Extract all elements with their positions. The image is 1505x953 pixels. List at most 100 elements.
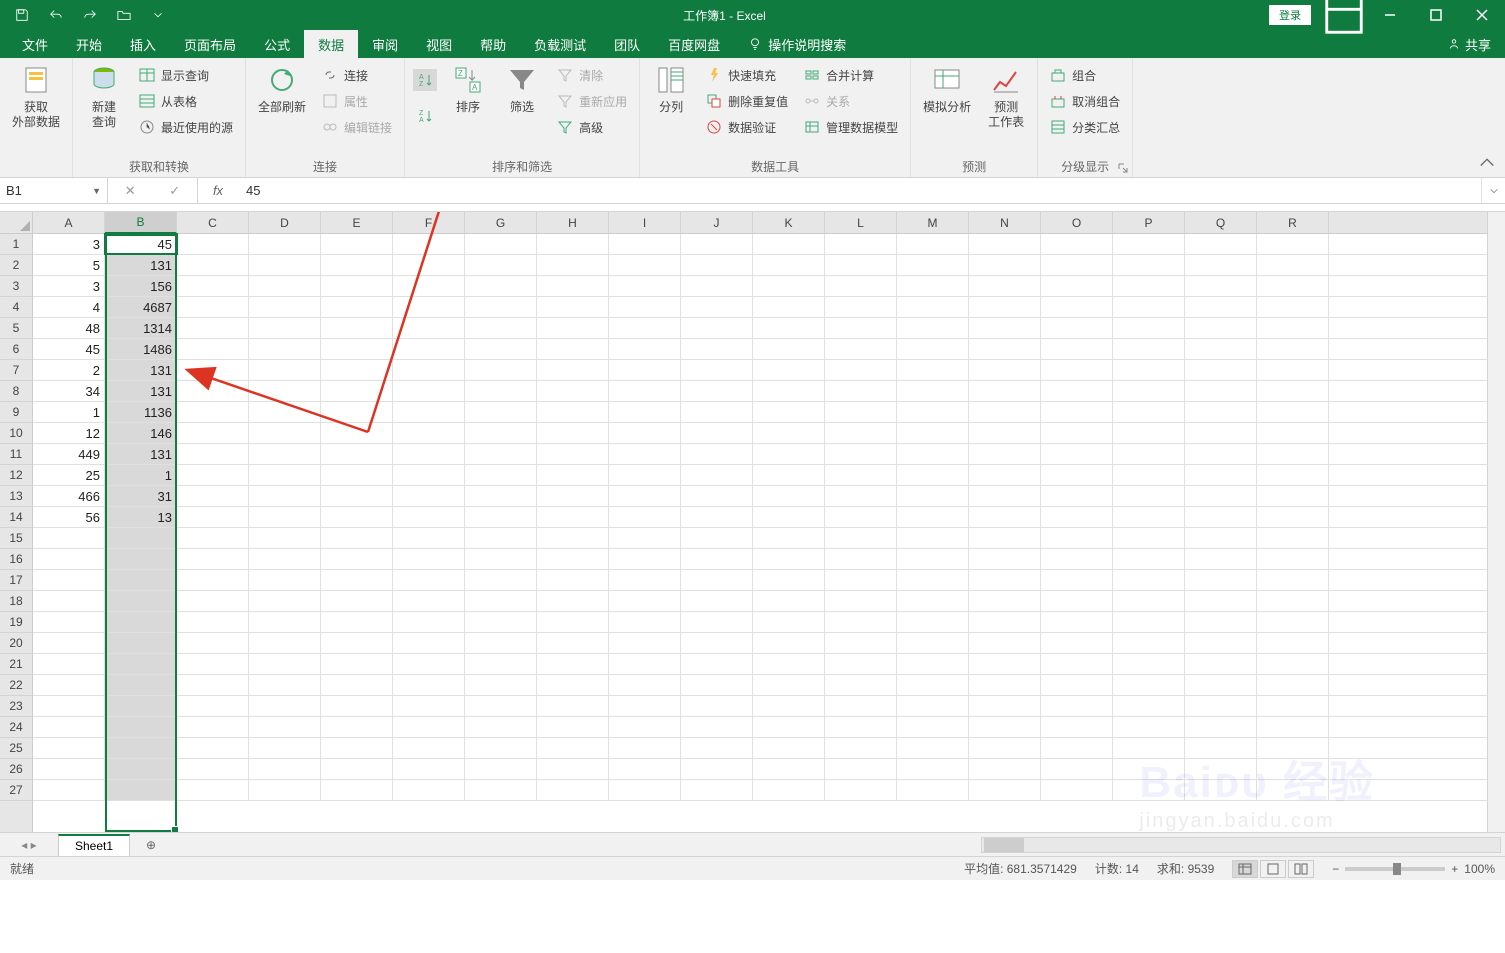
cell[interactable] <box>177 318 249 338</box>
cell[interactable] <box>897 423 969 443</box>
cell[interactable] <box>753 528 825 548</box>
cell[interactable] <box>897 675 969 695</box>
cell[interactable] <box>1185 465 1257 485</box>
cell[interactable] <box>33 570 105 590</box>
cell[interactable] <box>825 549 897 569</box>
cell[interactable] <box>969 549 1041 569</box>
cell[interactable] <box>1041 318 1113 338</box>
cell[interactable] <box>969 360 1041 380</box>
cell[interactable] <box>753 675 825 695</box>
cell[interactable] <box>177 759 249 779</box>
row-header[interactable]: 13 <box>0 486 32 507</box>
cell[interactable]: 31 <box>105 486 177 506</box>
cell[interactable] <box>609 360 681 380</box>
cell[interactable] <box>1185 507 1257 527</box>
sheet-tab-active[interactable]: Sheet1 <box>58 834 130 856</box>
cell[interactable] <box>825 675 897 695</box>
cell[interactable] <box>321 360 393 380</box>
cell[interactable] <box>609 633 681 653</box>
cell[interactable] <box>393 675 465 695</box>
cell[interactable] <box>681 339 753 359</box>
cell[interactable] <box>897 465 969 485</box>
cell[interactable] <box>1257 612 1329 632</box>
cell[interactable] <box>537 612 609 632</box>
cell[interactable]: 4687 <box>105 297 177 317</box>
cell[interactable] <box>1113 654 1185 674</box>
cell[interactable] <box>1113 696 1185 716</box>
row-header[interactable]: 14 <box>0 507 32 528</box>
cell[interactable] <box>33 738 105 758</box>
ribbon-display-options-icon[interactable] <box>1321 0 1367 30</box>
cell[interactable] <box>1041 675 1113 695</box>
cell[interactable] <box>753 255 825 275</box>
cell[interactable] <box>177 276 249 296</box>
collapse-ribbon-icon[interactable] <box>1477 153 1497 173</box>
cell[interactable] <box>177 780 249 800</box>
tab-formulas[interactable]: 公式 <box>250 30 304 58</box>
cell[interactable] <box>105 717 177 737</box>
recent-sources-button[interactable]: 最近使用的源 <box>135 116 237 138</box>
cell[interactable] <box>1113 759 1185 779</box>
cell[interactable] <box>105 591 177 611</box>
cell[interactable] <box>825 738 897 758</box>
cell[interactable] <box>897 339 969 359</box>
cell[interactable] <box>825 780 897 800</box>
cell[interactable]: 34 <box>33 381 105 401</box>
remove-duplicates-button[interactable]: 删除重复值 <box>702 90 792 112</box>
cell[interactable] <box>609 507 681 527</box>
cell[interactable] <box>1113 528 1185 548</box>
cell[interactable] <box>1257 696 1329 716</box>
cell[interactable] <box>609 675 681 695</box>
cell[interactable] <box>753 717 825 737</box>
cell[interactable] <box>321 759 393 779</box>
from-table-button[interactable]: 从表格 <box>135 90 237 112</box>
cell[interactable] <box>1113 507 1185 527</box>
cell[interactable] <box>1113 675 1185 695</box>
cell[interactable] <box>897 444 969 464</box>
cell[interactable] <box>753 780 825 800</box>
cell[interactable] <box>681 633 753 653</box>
filter-button[interactable]: 筛选 <box>497 62 547 117</box>
cell[interactable] <box>321 780 393 800</box>
cell[interactable] <box>1113 591 1185 611</box>
consolidate-button[interactable]: 合并计算 <box>800 64 902 86</box>
tab-home[interactable]: 开始 <box>62 30 116 58</box>
tab-help[interactable]: 帮助 <box>466 30 520 58</box>
cell[interactable] <box>681 318 753 338</box>
cell[interactable] <box>177 717 249 737</box>
text-to-columns-button[interactable]: 分列 <box>646 62 696 117</box>
cell[interactable]: 3 <box>33 234 105 254</box>
cell[interactable] <box>393 339 465 359</box>
manage-data-model-button[interactable]: 管理数据模型 <box>800 116 902 138</box>
cell[interactable] <box>753 570 825 590</box>
cell[interactable] <box>465 402 537 422</box>
cell[interactable] <box>537 486 609 506</box>
cell[interactable] <box>33 717 105 737</box>
zoom-in-icon[interactable]: + <box>1451 862 1458 876</box>
cell[interactable] <box>1257 780 1329 800</box>
sort-button[interactable]: ZA 排序 <box>443 62 493 117</box>
cell[interactable] <box>393 759 465 779</box>
cell[interactable] <box>753 360 825 380</box>
cell[interactable] <box>321 381 393 401</box>
cell[interactable] <box>321 633 393 653</box>
cell[interactable] <box>825 381 897 401</box>
whatif-button[interactable]: 模拟分析 <box>917 62 977 117</box>
cell[interactable] <box>1185 444 1257 464</box>
cell[interactable] <box>753 444 825 464</box>
cell[interactable] <box>681 255 753 275</box>
cell[interactable] <box>969 654 1041 674</box>
cell[interactable] <box>393 381 465 401</box>
cell[interactable] <box>105 528 177 548</box>
cell[interactable] <box>969 381 1041 401</box>
cell[interactable] <box>825 717 897 737</box>
cell[interactable] <box>969 255 1041 275</box>
cell[interactable] <box>681 297 753 317</box>
row-header[interactable]: 1 <box>0 234 32 255</box>
cell[interactable] <box>465 486 537 506</box>
column-header[interactable]: B <box>105 212 177 234</box>
cell[interactable] <box>609 465 681 485</box>
cell[interactable] <box>897 549 969 569</box>
save-icon[interactable] <box>8 1 36 29</box>
cell[interactable] <box>465 675 537 695</box>
